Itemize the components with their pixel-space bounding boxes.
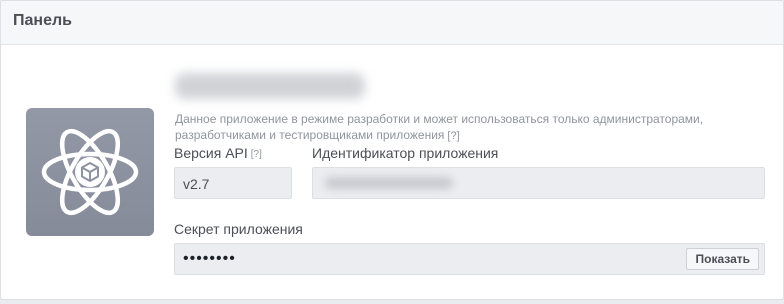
app-icon [26,108,154,236]
show-secret-button[interactable]: Показать [686,248,759,270]
app-id-redacted [325,177,453,189]
dashboard-panel: Панель Данное приложение в режиме разраб… [0,0,784,300]
app-name-redacted [175,73,365,99]
api-version-label: Версия API [?] [174,145,262,161]
dev-mode-help-link[interactable]: [?] [447,130,459,142]
panel-header: Панель [1,1,783,45]
dev-mode-note: Данное приложение в режиме разработки и … [175,111,735,144]
app-secret-label: Секрет приложения [174,221,303,237]
api-version-help-link[interactable]: [?] [251,149,262,160]
api-version-field: v2.7 [174,167,292,199]
atom-cube-icon [41,128,139,216]
app-id-label: Идентификатор приложения [312,145,499,161]
app-id-field[interactable] [312,167,765,199]
app-secret-field[interactable]: •••••••• Показать [174,243,765,275]
app-secret-masked-value: •••••••• [183,250,236,267]
panel-title: Панель [13,12,72,29]
dev-mode-note-text: Данное приложение в режиме разработки и … [175,112,704,142]
api-version-label-text: Версия API [174,145,248,161]
